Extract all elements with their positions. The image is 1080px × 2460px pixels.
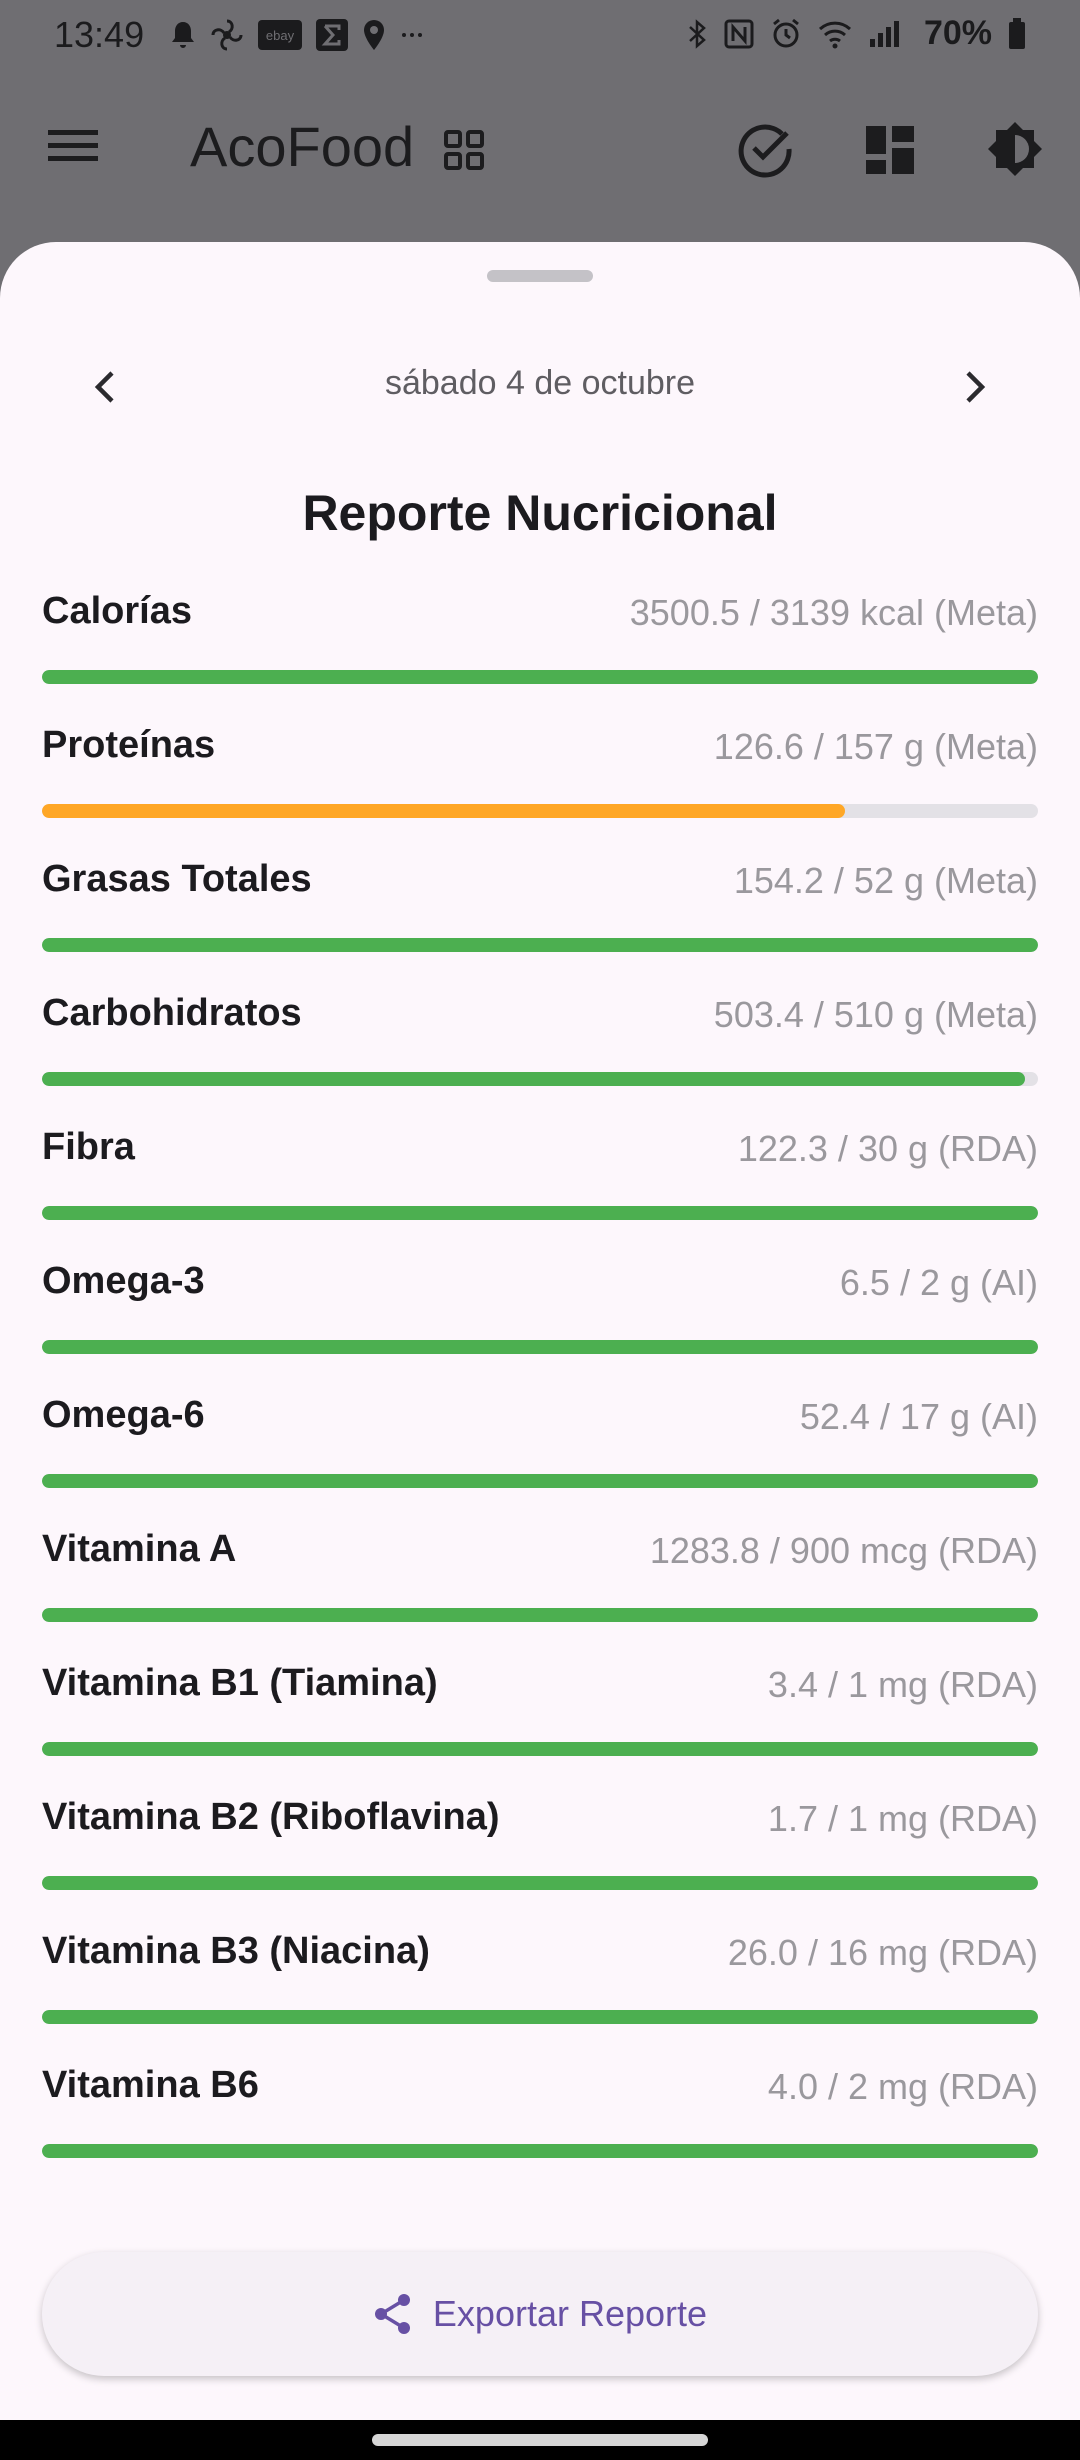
bell-icon bbox=[172, 22, 194, 48]
progress-track bbox=[42, 2010, 1038, 2024]
status-bar: 13:49 ebay 70% bbox=[0, 0, 1080, 80]
nutrient-label: Omega-6 bbox=[42, 1394, 205, 1436]
app-title: AcoFood bbox=[190, 115, 415, 178]
progress-track bbox=[42, 2144, 1038, 2158]
nutrient-label: Fibra bbox=[42, 1126, 135, 1168]
notification-icons: ebay bbox=[170, 18, 424, 52]
progress-track bbox=[42, 1206, 1038, 1220]
nutrient-label: Grasas Totales bbox=[42, 858, 312, 900]
nutrient-value: 4.0 / 2 mg (RDA) bbox=[767, 2066, 1038, 2107]
more-dots-icon bbox=[402, 33, 422, 37]
system-navigation-bar bbox=[0, 2420, 1080, 2460]
report-title: Reporte Nucricional bbox=[302, 485, 778, 541]
nutrient-label: Omega-3 bbox=[42, 1260, 205, 1302]
sigma-icon bbox=[316, 19, 348, 51]
progress-fill bbox=[42, 670, 1038, 684]
progress-fill bbox=[42, 2144, 1038, 2158]
app-bar: AcoFood bbox=[0, 80, 1080, 220]
current-date: sábado 4 de octubre bbox=[384, 364, 696, 402]
alarm-icon bbox=[773, 18, 799, 47]
nutrient-value: 52.4 / 17 g (AI) bbox=[799, 1396, 1038, 1437]
app-grid-icon[interactable] bbox=[444, 130, 484, 170]
fan-icon bbox=[211, 19, 243, 51]
nutrient-value: 1283.8 / 900 mcg (RDA) bbox=[649, 1530, 1038, 1571]
nutrient-label: Vitamina B2 (Riboflavina) bbox=[42, 1796, 500, 1838]
nutrient-label: Vitamina A bbox=[42, 1528, 237, 1570]
nfc-icon bbox=[724, 19, 754, 48]
progress-fill bbox=[42, 1206, 1038, 1220]
progress-fill bbox=[42, 1742, 1038, 1756]
nutrient-row: Fibra 122.3 / 30 g (RDA) bbox=[42, 1118, 1038, 1252]
progress-fill bbox=[42, 1876, 1038, 1890]
share-icon bbox=[374, 2294, 410, 2334]
progress-fill bbox=[42, 938, 1038, 952]
nutrient-value: 122.3 / 30 g (RDA) bbox=[737, 1128, 1038, 1169]
progress-fill bbox=[42, 1608, 1038, 1622]
nutrient-row: Omega-3 6.5 / 2 g (AI) bbox=[42, 1252, 1038, 1386]
chevron-right-icon bbox=[966, 371, 986, 403]
nutrient-row: Vitamina B2 (Riboflavina) 1.7 / 1 mg (RDA… bbox=[42, 1788, 1038, 1922]
nutrient-value: 503.4 / 510 g (Meta) bbox=[713, 994, 1038, 1035]
svg-text:ebay: ebay bbox=[266, 28, 295, 43]
nutrient-label: Calorías bbox=[42, 590, 192, 632]
nutrient-value: 26.0 / 16 mg (RDA) bbox=[727, 1932, 1038, 1973]
date-navigator: sábado 4 de octubre bbox=[0, 352, 1080, 422]
nutrient-row: Vitamina B6 4.0 / 2 mg (RDA) bbox=[42, 2056, 1038, 2190]
nutrient-row: Vitamina A 1283.8 / 900 mcg (RDA) bbox=[42, 1520, 1038, 1654]
progress-track bbox=[42, 1474, 1038, 1488]
export-report-label: Exportar Reporte bbox=[432, 2293, 708, 2334]
battery-icon bbox=[1009, 17, 1025, 49]
check-circle-icon[interactable] bbox=[736, 120, 794, 178]
brightness-icon[interactable] bbox=[986, 120, 1044, 178]
nutrient-value: 6.5 / 2 g (AI) bbox=[839, 1262, 1038, 1303]
nutrient-value: 1.7 / 1 mg (RDA) bbox=[767, 1798, 1038, 1839]
nutrient-row: Vitamina B1 (Tiamina) 3.4 / 1 mg (RDA) bbox=[42, 1654, 1038, 1788]
nutrient-label: Vitamina B6 bbox=[42, 2064, 259, 2106]
bluetooth-icon bbox=[689, 18, 706, 49]
progress-track bbox=[42, 670, 1038, 684]
nutrient-label: Vitamina B3 (Niacina) bbox=[42, 1930, 430, 1972]
status-time: 13:49 bbox=[54, 14, 145, 55]
progress-fill bbox=[42, 1474, 1038, 1488]
progress-fill bbox=[42, 1340, 1038, 1354]
nutrient-value: 3.4 / 1 mg (RDA) bbox=[767, 1664, 1038, 1705]
nutrient-value: 3500.5 / 3139 kcal (Meta) bbox=[629, 592, 1038, 633]
menu-icon[interactable] bbox=[48, 128, 100, 164]
signal-icon bbox=[869, 20, 899, 47]
battery-percent: 70% bbox=[923, 14, 992, 52]
progress-track bbox=[42, 1340, 1038, 1354]
nutrient-list: Calorías 3500.5 / 3139 kcal (Meta) Proteín… bbox=[42, 582, 1038, 2190]
progress-track bbox=[42, 938, 1038, 952]
dashboard-icon[interactable] bbox=[864, 124, 916, 176]
nutrient-label: Carbohidratos bbox=[42, 992, 302, 1034]
nutrient-row: Proteínas 126.6 / 157 g (Meta) bbox=[42, 716, 1038, 850]
drag-handle[interactable] bbox=[487, 270, 593, 282]
progress-track bbox=[42, 1072, 1038, 1086]
nutrient-value: 126.6 / 157 g (Meta) bbox=[713, 726, 1038, 767]
nutrient-row: Carbohidratos 503.4 / 510 g (Meta) bbox=[42, 984, 1038, 1118]
progress-track bbox=[42, 1876, 1038, 1890]
location-icon bbox=[364, 20, 384, 50]
nutrient-row: Vitamina B3 (Niacina) 26.0 / 16 mg (RDA) bbox=[42, 1922, 1038, 2056]
progress-fill bbox=[42, 2010, 1038, 2024]
nutrient-value: 154.2 / 52 g (Meta) bbox=[733, 860, 1038, 901]
nutrient-label: Proteínas bbox=[42, 724, 216, 766]
ebay-icon: ebay bbox=[258, 20, 302, 50]
nutrient-label: Vitamina B1 (Tiamina) bbox=[42, 1662, 438, 1704]
progress-track bbox=[42, 804, 1038, 818]
progress-track bbox=[42, 1742, 1038, 1756]
progress-track bbox=[42, 1608, 1038, 1622]
home-gesture-bar[interactable] bbox=[372, 2434, 708, 2446]
next-day-button[interactable] bbox=[936, 352, 1016, 422]
system-status-icons: 70% bbox=[686, 14, 1026, 53]
progress-fill bbox=[42, 1072, 1026, 1086]
nutrient-row: Grasas Totales 154.2 / 52 g (Meta) bbox=[42, 850, 1038, 984]
export-report-button[interactable]: Exportar Reporte bbox=[42, 2252, 1038, 2376]
wifi-icon bbox=[818, 21, 851, 48]
nutrient-row: Calorías 3500.5 / 3139 kcal (Meta) bbox=[42, 582, 1038, 716]
nutrient-row: Omega-6 52.4 / 17 g (AI) bbox=[42, 1386, 1038, 1520]
progress-fill bbox=[42, 804, 845, 818]
nutrition-report-sheet: sábado 4 de octubre Reporte Nucricional … bbox=[0, 242, 1080, 2420]
